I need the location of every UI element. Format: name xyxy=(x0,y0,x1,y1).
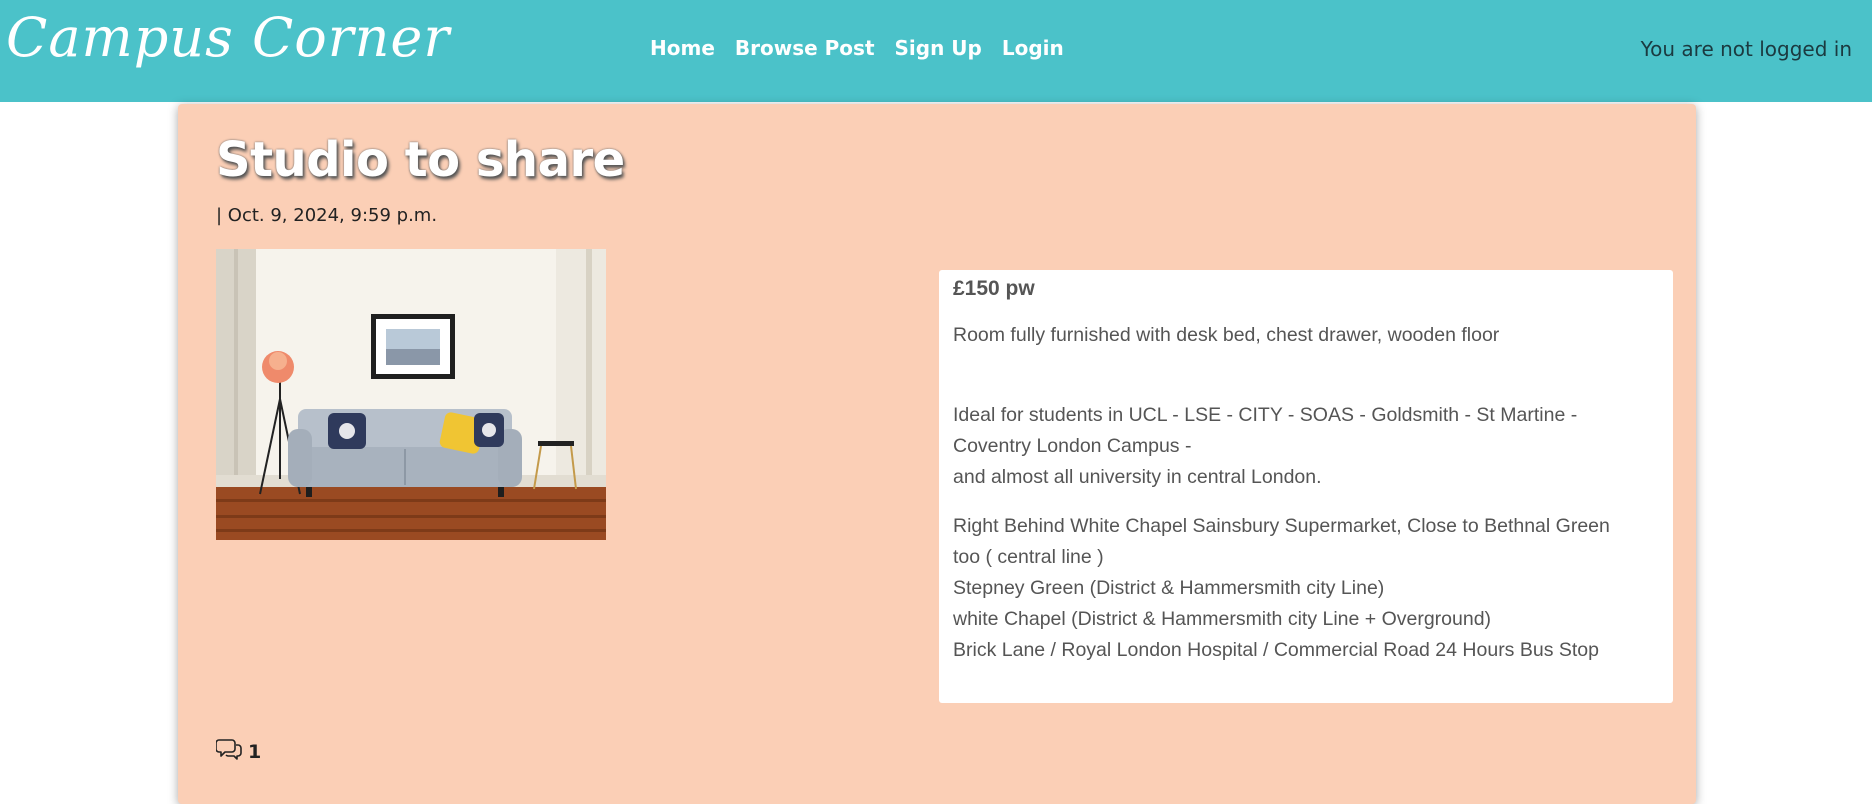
post-title: Studio to share xyxy=(216,132,625,188)
login-status-text: You are not logged in xyxy=(1640,37,1852,61)
post-details-panel: £150 pw Room fully furnished with desk b… xyxy=(939,270,1673,703)
nav-sign-up-link[interactable]: Sign Up xyxy=(895,36,982,60)
nav-links: Home Browse Post Sign Up Login xyxy=(650,36,1064,60)
description-line: Stepney Green (District & Hammersmith ci… xyxy=(953,577,1385,599)
description-line: too ( central line ) xyxy=(953,546,1104,568)
nav-login-link[interactable]: Login xyxy=(1002,36,1064,60)
description-line: Ideal for students in UCL - LSE - CITY -… xyxy=(953,404,1578,426)
post-image xyxy=(216,249,606,540)
description-line: Right Behind White Chapel Sainsbury Supe… xyxy=(953,515,1610,537)
comment-count: 1 xyxy=(248,740,262,763)
description-line: and almost all university in central Lon… xyxy=(953,466,1322,488)
description-line: Brick Lane / Royal London Hospital / Com… xyxy=(953,639,1599,661)
nav-browse-post-link[interactable]: Browse Post xyxy=(735,36,875,60)
description-line: white Chapel (District & Hammersmith cit… xyxy=(953,608,1492,630)
comments-button[interactable]: 1 xyxy=(215,738,262,765)
nav-home-link[interactable]: Home xyxy=(650,36,715,60)
description-line: Room fully furnished with desk bed, ches… xyxy=(953,324,1500,346)
post-price: £150 pw xyxy=(953,277,1035,300)
brand-logo[interactable]: Campus Corner xyxy=(6,6,450,69)
description-line: Coventry London Campus - xyxy=(953,435,1192,457)
post-date: | Oct. 9, 2024, 9:59 p.m. xyxy=(216,205,438,226)
navbar: Campus Corner Home Browse Post Sign Up L… xyxy=(0,0,1872,102)
post-card: Studio to share | Oct. 9, 2024, 9:59 p.m… xyxy=(178,104,1696,804)
comments-icon xyxy=(215,738,242,765)
